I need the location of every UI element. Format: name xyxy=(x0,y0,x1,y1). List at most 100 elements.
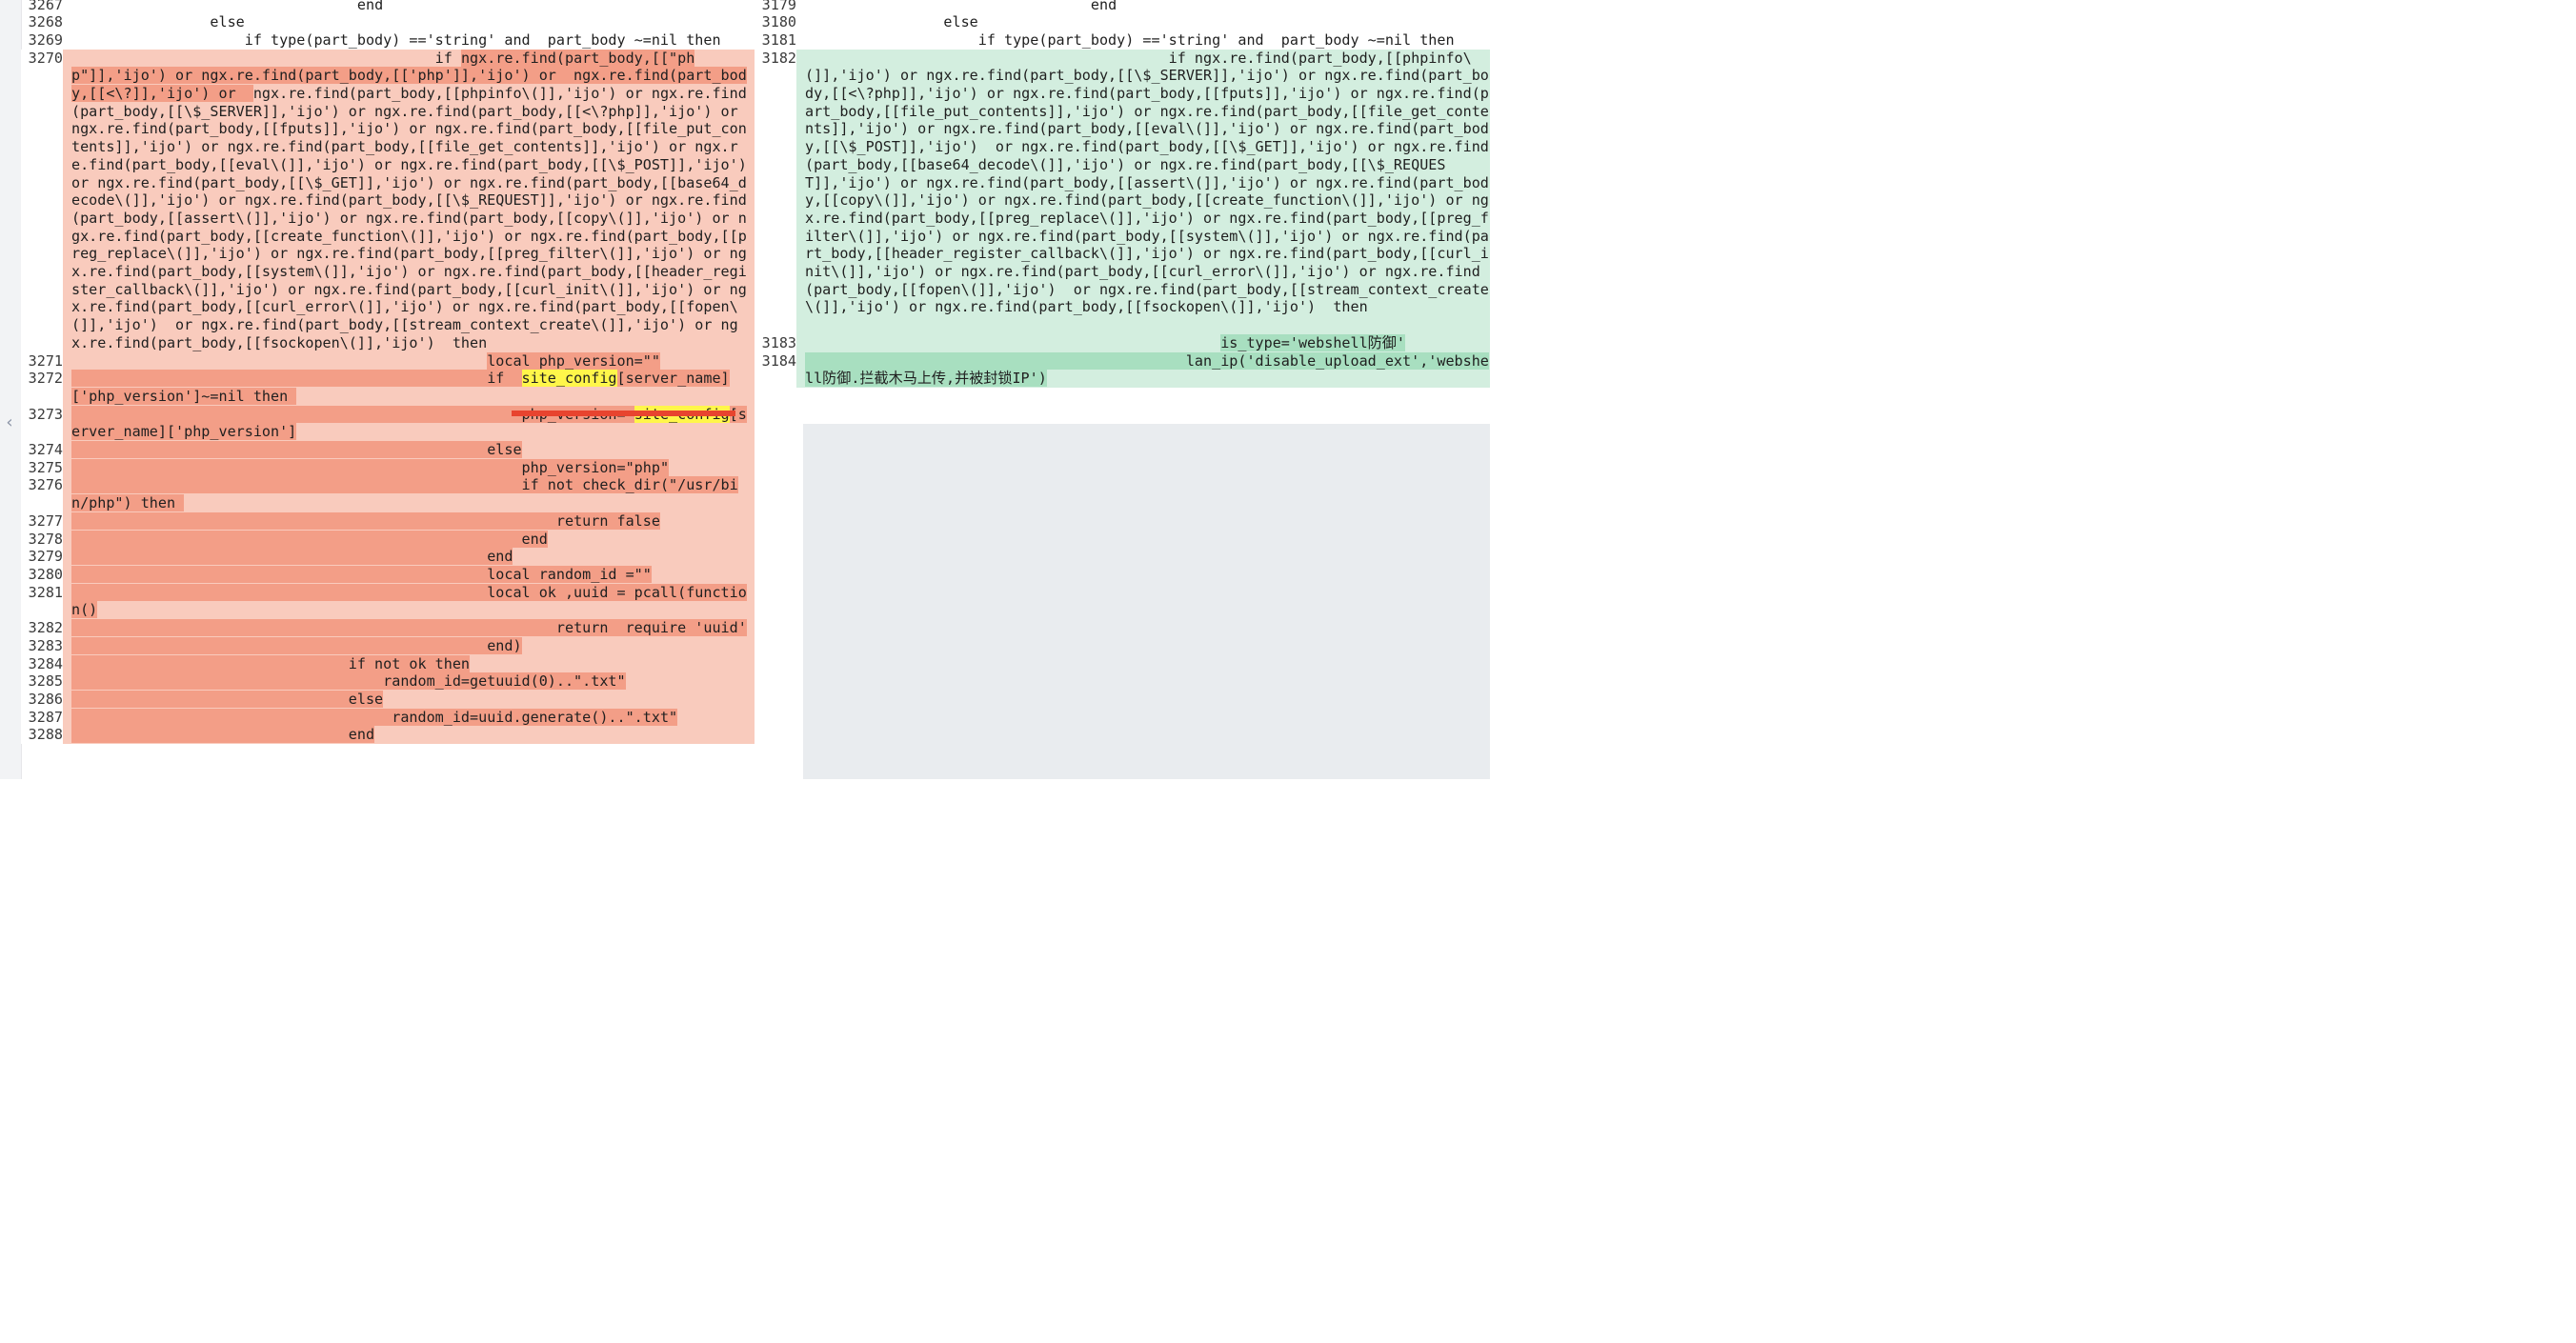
line-number: 3183 xyxy=(755,333,796,352)
code-text: if not ok then xyxy=(71,654,755,673)
code-text: php_version="php" xyxy=(71,458,755,477)
code-text: else xyxy=(805,13,1490,31)
code-segment xyxy=(71,370,488,388)
code-segment: random_id=getuuid(0)..".txt" xyxy=(71,672,626,691)
line-number: 3282 xyxy=(21,619,63,637)
code-line: 3179 end xyxy=(755,0,1490,13)
line-number: 3273 xyxy=(21,405,63,442)
line-number: 3179 xyxy=(761,0,796,13)
code-text: end xyxy=(71,548,755,566)
code-line: 3285 random_id=getuuid(0)..".txt" xyxy=(21,672,755,691)
line-number: 3281 xyxy=(21,583,63,620)
code-line: 3271 local php_version="" xyxy=(21,351,755,371)
code-line: 3184 lan_ip('disable_upload_ext','webshe… xyxy=(755,351,1490,388)
code-segment: end xyxy=(71,726,375,744)
code-segment: local php_version="" xyxy=(487,351,660,370)
line-number: 3284 xyxy=(21,654,63,673)
code-segment: return false xyxy=(71,511,660,530)
code-segment: if xyxy=(71,49,461,67)
code-segment: if not ok then xyxy=(71,654,471,672)
code-segment: if type(part_body) =='string' and part_b… xyxy=(71,30,721,49)
code-line: 3270 if ngx.re.find(part_body,[["php"]],… xyxy=(21,49,755,352)
code-line: 3180 else xyxy=(755,13,1490,31)
code-segment xyxy=(805,351,1186,370)
code-text: end xyxy=(71,0,755,13)
code-segment: else xyxy=(71,13,245,31)
code-line: 3288 end xyxy=(21,726,755,745)
line-number: 3277 xyxy=(21,511,63,531)
code-line: 3283 end) xyxy=(21,636,755,655)
code-text: if type(part_body) =='string' and part_b… xyxy=(71,31,755,50)
code-line: 3276 if not check_dir("/usr/bin/php") th… xyxy=(21,476,755,512)
line-number: 3287 xyxy=(21,708,63,727)
code-line: 3275 php_version="php" xyxy=(21,458,755,477)
code-segment: if ngx.re.find(part_body,[[phpinfo\(]],'… xyxy=(805,49,1489,316)
line-number: 3276 xyxy=(21,476,63,512)
code-line: 3267 end xyxy=(21,0,755,13)
diff-empty-filler xyxy=(803,424,1490,779)
code-text: if ngx.re.find(part_body,[["php"]],'ijo'… xyxy=(71,49,755,352)
line-number: 3275 xyxy=(21,458,63,477)
line-number: 3274 xyxy=(21,441,63,459)
line-number: 3285 xyxy=(21,672,63,691)
code-segment: ngx.re.find(part_body,[[phpinfo\(]],'ijo… xyxy=(71,85,747,351)
left-gutter xyxy=(0,0,22,779)
code-text: else xyxy=(71,13,755,31)
line-number: 3269 xyxy=(28,30,63,49)
code-text: return false xyxy=(71,511,755,531)
line-number: 3280 xyxy=(21,566,63,584)
code-text: if site_config[server_name]['php_version… xyxy=(71,370,755,405)
code-line: 3284 if not ok then xyxy=(21,654,755,673)
code-text: end xyxy=(805,0,1490,13)
line-number: 3278 xyxy=(21,530,63,549)
code-line: 3287 random_id=uuid.generate()..".txt" xyxy=(21,708,755,727)
code-text: local ok ,uuid = pcall(function() xyxy=(71,583,755,619)
code-segment: end) xyxy=(71,636,522,654)
code-segment: if xyxy=(487,370,522,388)
diff-left-pane: 3267 end 3268 else 3269 if type(part_body)… xyxy=(21,0,755,779)
code-segment: is_type='webshell防御' xyxy=(1220,333,1405,351)
search-match: site_config xyxy=(521,370,617,388)
code-text: else xyxy=(71,690,755,709)
code-line: 3269 if type(part_body) =='string' and p… xyxy=(21,31,755,50)
code-segment: return require 'uuid' xyxy=(71,619,747,637)
code-text: local random_id ="" xyxy=(71,566,755,584)
line-number: 3181 xyxy=(761,30,796,49)
code-text: if type(part_body) =='string' and part_b… xyxy=(805,31,1490,50)
code-segment: else xyxy=(71,441,522,459)
code-line: 3278 end xyxy=(21,530,755,549)
code-line: 3279 end xyxy=(21,548,755,566)
code-segment: random_id=uuid.generate()..".txt" xyxy=(71,708,678,726)
code-line: 3280 local random_id ="" xyxy=(21,566,755,584)
code-text: local php_version="" xyxy=(71,351,755,371)
code-segment: if type(part_body) =='string' and part_b… xyxy=(805,30,1455,49)
code-segment: else xyxy=(71,690,384,708)
line-number: 3268 xyxy=(28,13,63,31)
code-segment xyxy=(71,405,522,423)
code-text: is_type='webshell防御' xyxy=(805,333,1490,352)
code-text: end xyxy=(71,726,755,744)
code-line: 3183 is_type='webshell防御' xyxy=(755,333,1490,352)
line-number: 3180 xyxy=(761,13,796,31)
chevron-left-icon[interactable]: ‹ xyxy=(3,413,16,432)
code-text: lan_ip('disable_upload_ext','webshell防御.… xyxy=(805,351,1490,388)
code-segment: php_version="php" xyxy=(71,458,670,476)
code-line: 3277 return false xyxy=(21,511,755,531)
line-number: 3283 xyxy=(21,636,63,655)
code-segment: if not check_dir("/usr/bin/php") then xyxy=(71,476,738,512)
line-number: 3271 xyxy=(21,351,63,371)
code-line: 3272 if site_config[server_name]['php_ve… xyxy=(21,370,755,406)
line-number: 3270 xyxy=(21,49,63,352)
code-text: random_id=uuid.generate()..".txt" xyxy=(71,708,755,727)
code-line: 3282 return require 'uuid' xyxy=(21,619,755,637)
line-number: 3286 xyxy=(21,690,63,709)
code-segment: local random_id ="" xyxy=(71,566,652,583)
line-number: 3182 xyxy=(755,49,796,334)
cursor-selection-marker xyxy=(512,411,735,416)
code-line: 3281 local ok ,uuid = pcall(function() xyxy=(21,583,755,620)
code-segment: end xyxy=(71,0,384,13)
code-text: if ngx.re.find(part_body,[[phpinfo\(]],'… xyxy=(805,50,1490,334)
code-text: return require 'uuid' xyxy=(71,619,755,637)
